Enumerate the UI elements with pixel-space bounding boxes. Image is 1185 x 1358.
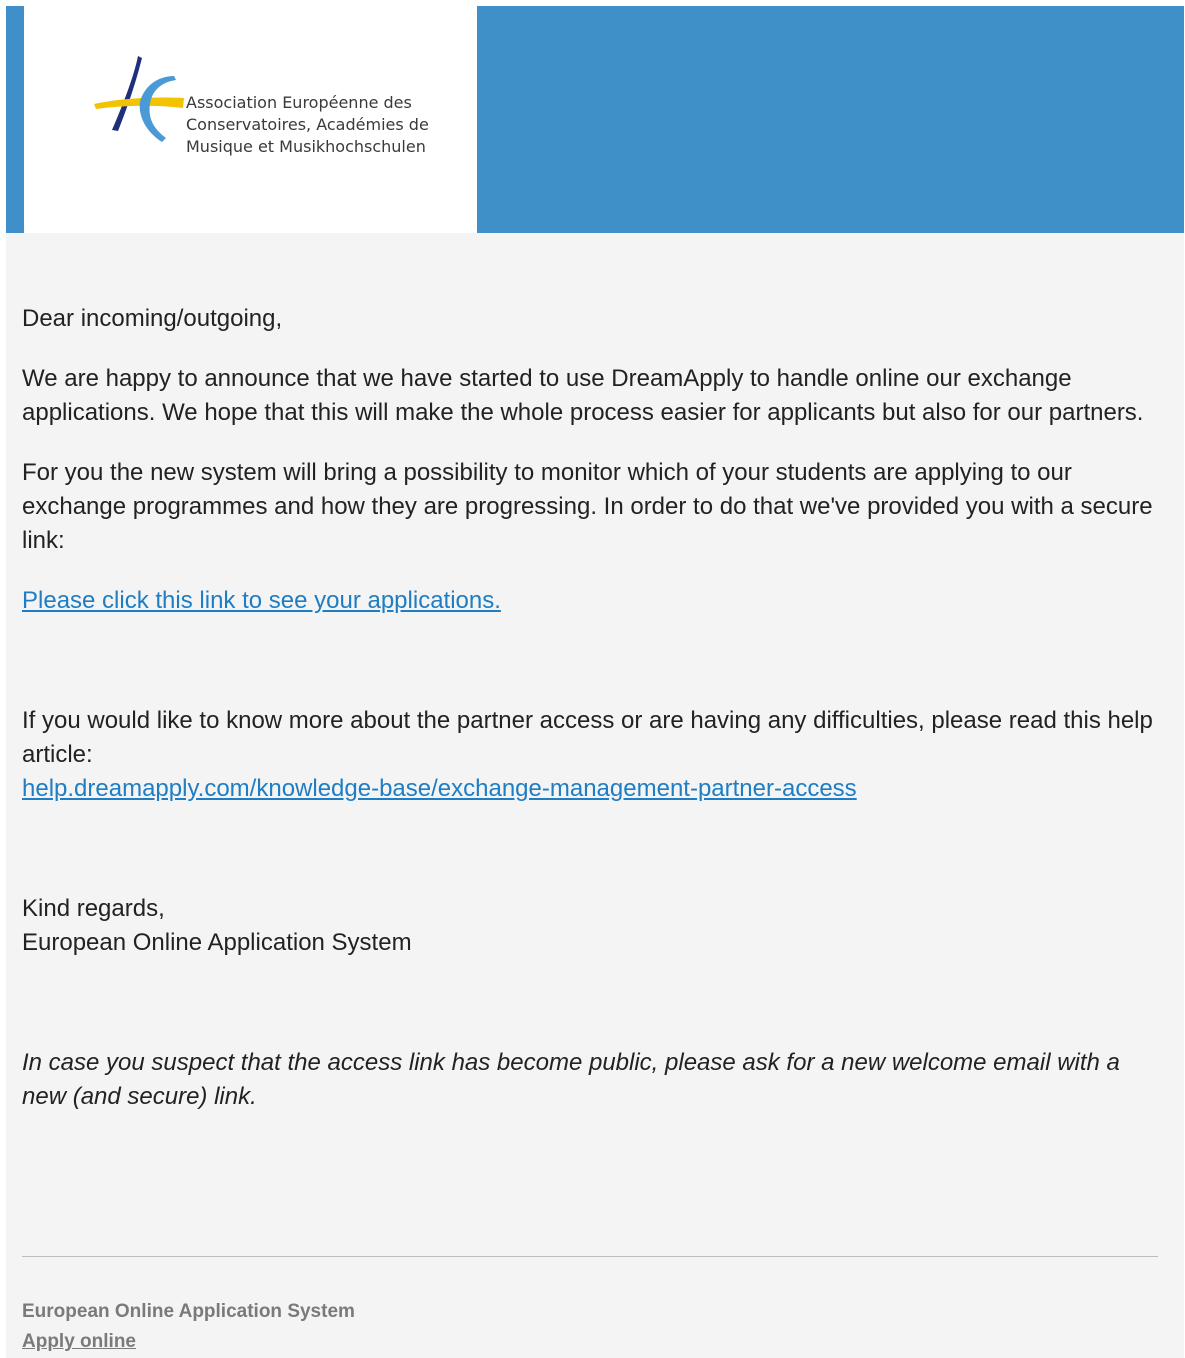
email-header: Association Européenne des Conservatoire… [6,6,1184,233]
logo-text-line2: Conservatoires, Académies de [186,115,429,134]
logo-text-line1: Association Européenne des [186,93,412,112]
announcement-paragraph: We are happy to announce that we have st… [22,365,1144,426]
logo-text: Association Européenne des Conservatoire… [186,92,429,158]
email-container: Association Européenne des Conservatoire… [6,6,1184,1358]
email-body: Dear incoming/outgoing, We are happy to … [22,302,1167,1114]
signature: European Online Application System [22,929,412,956]
applications-link[interactable]: Please click this link to see your appli… [22,587,501,614]
applications-link-row: Please click this link to see your appli… [22,584,1167,618]
sign-off: Kind regards, European Online Applicatio… [22,892,1167,960]
footer-divider [22,1256,1158,1257]
security-note: In case you suspect that the access link… [22,1049,1120,1110]
help-intro: If you would like to know more about the… [22,707,1153,768]
regards: Kind regards, [22,895,165,922]
greeting: Dear incoming/outgoing, [22,305,283,332]
footer-name: European Online Application System [22,1301,355,1322]
help-article-link[interactable]: help.dreamapply.com/knowledge-base/excha… [22,775,857,802]
aec-logo-icon [94,56,184,142]
logo-text-line3: Musique et Musikhochschulen [186,137,426,156]
logo-panel: Association Européenne des Conservatoire… [24,6,477,233]
email-footer: European Online Application System Apply… [22,1297,355,1357]
monitor-paragraph: For you the new system will bring a poss… [22,459,1153,554]
apply-online-link[interactable]: Apply online [22,1331,136,1352]
help-paragraph: If you would like to know more about the… [22,704,1167,806]
